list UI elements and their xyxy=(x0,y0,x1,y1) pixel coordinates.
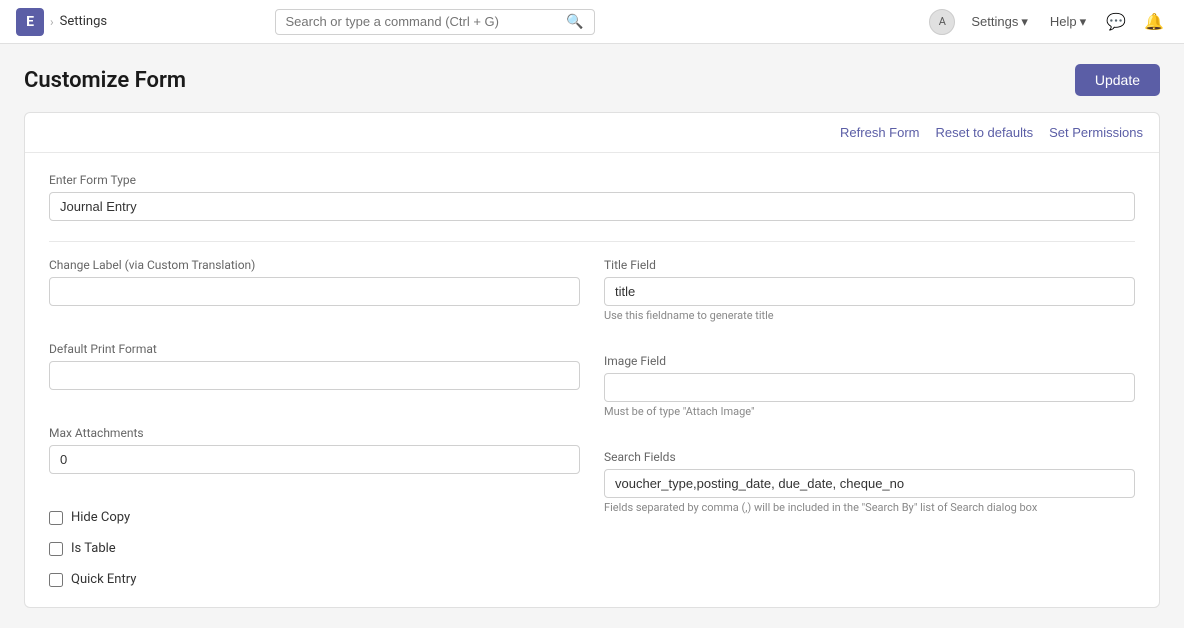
title-field-section: Title Field Use this fieldname to genera… xyxy=(604,258,1135,322)
page-content: Customize Form Update Refresh Form Reset… xyxy=(0,44,1184,628)
page-header: Customize Form Update xyxy=(24,64,1160,96)
two-col-layout: Change Label (via Custom Translation) De… xyxy=(49,258,1135,587)
search-fields-section: Search Fields Fields separated by comma … xyxy=(604,450,1135,514)
hide-copy-label: Hide Copy xyxy=(71,510,130,525)
search-fields-input[interactable] xyxy=(604,469,1135,498)
search-bar[interactable]: 🔍 xyxy=(275,9,595,35)
nav-left: E › Settings xyxy=(16,8,107,36)
bell-icon[interactable]: 🔔 xyxy=(1140,8,1168,35)
form-type-input[interactable] xyxy=(49,192,1135,221)
image-field-section: Image Field Must be of type "Attach Imag… xyxy=(604,354,1135,418)
main-card: Refresh Form Reset to defaults Set Permi… xyxy=(24,112,1160,608)
max-attachments-section: Max Attachments xyxy=(49,426,580,474)
form-type-label: Enter Form Type xyxy=(49,173,1135,187)
max-attachments-label: Max Attachments xyxy=(49,426,580,440)
right-column: Title Field Use this fieldname to genera… xyxy=(604,258,1135,587)
quick-entry-label: Quick Entry xyxy=(71,572,136,587)
help-nav-button[interactable]: Help ▾ xyxy=(1044,10,1092,34)
quick-entry-row: Quick Entry xyxy=(49,572,580,587)
change-label-label: Change Label (via Custom Translation) xyxy=(49,258,580,272)
search-fields-label: Search Fields xyxy=(604,450,1135,464)
image-field-label: Image Field xyxy=(604,354,1135,368)
page-title: Customize Form xyxy=(24,68,186,93)
default-print-section: Default Print Format xyxy=(49,342,580,390)
form-type-section: Enter Form Type xyxy=(49,173,1135,221)
max-attachments-input[interactable] xyxy=(49,445,580,474)
refresh-form-button[interactable]: Refresh Form xyxy=(840,121,919,144)
hide-copy-checkbox[interactable] xyxy=(49,511,63,525)
nav-right: A Settings ▾ Help ▾ 💬 🔔 xyxy=(929,8,1168,35)
search-input[interactable] xyxy=(286,14,561,29)
change-label-input[interactable] xyxy=(49,277,580,306)
reset-defaults-button[interactable]: Reset to defaults xyxy=(936,121,1034,144)
avatar[interactable]: A xyxy=(929,9,955,35)
chat-icon[interactable]: 💬 xyxy=(1102,8,1130,35)
section-divider xyxy=(49,241,1135,242)
search-icon: 🔍 xyxy=(566,14,583,30)
left-column: Change Label (via Custom Translation) De… xyxy=(49,258,580,587)
default-print-label: Default Print Format xyxy=(49,342,580,356)
top-nav: E › Settings 🔍 A Settings ▾ Help ▾ 💬 🔔 xyxy=(0,0,1184,44)
app-icon[interactable]: E xyxy=(16,8,44,36)
image-field-hint: Must be of type "Attach Image" xyxy=(604,405,1135,418)
image-field-input[interactable] xyxy=(604,373,1135,402)
default-print-input[interactable] xyxy=(49,361,580,390)
breadcrumb-settings[interactable]: Settings xyxy=(60,14,107,29)
breadcrumb-chevron: › xyxy=(50,15,54,29)
card-toolbar: Refresh Form Reset to defaults Set Permi… xyxy=(25,113,1159,153)
change-label-section: Change Label (via Custom Translation) xyxy=(49,258,580,306)
is-table-checkbox[interactable] xyxy=(49,542,63,556)
title-field-hint: Use this fieldname to generate title xyxy=(604,309,1135,322)
title-field-label: Title Field xyxy=(604,258,1135,272)
quick-entry-checkbox[interactable] xyxy=(49,573,63,587)
settings-nav-button[interactable]: Settings ▾ xyxy=(965,10,1034,34)
card-body: Enter Form Type Change Label (via Custom… xyxy=(25,153,1159,607)
hide-copy-row: Hide Copy xyxy=(49,510,580,525)
set-permissions-button[interactable]: Set Permissions xyxy=(1049,121,1143,144)
title-field-input[interactable] xyxy=(604,277,1135,306)
search-fields-hint: Fields separated by comma (,) will be in… xyxy=(604,501,1135,514)
update-button[interactable]: Update xyxy=(1075,64,1160,96)
